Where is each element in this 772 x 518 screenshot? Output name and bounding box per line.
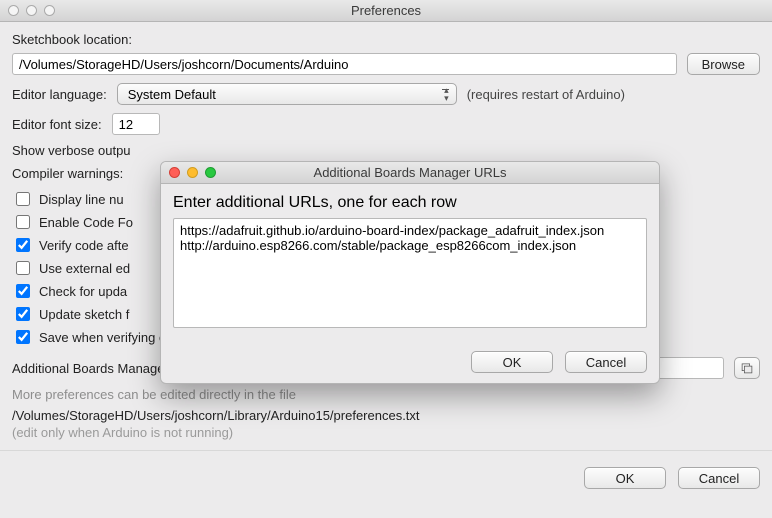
editor-language-select[interactable]: System Default	[117, 83, 457, 105]
additional-urls-dialog: Additional Boards Manager URLs Enter add…	[160, 161, 660, 384]
edit-only-note: (edit only when Arduino is not running)	[12, 425, 760, 440]
checkbox-input[interactable]	[16, 330, 30, 344]
browse-button[interactable]: Browse	[687, 53, 760, 75]
editor-font-label: Editor font size:	[12, 117, 102, 132]
main-footer: OK Cancel	[0, 467, 772, 499]
open-urls-dialog-button[interactable]	[734, 357, 760, 379]
more-prefs-note: More preferences can be edited directly …	[12, 387, 760, 402]
window-title: Preferences	[0, 3, 772, 18]
dialog-cancel-button[interactable]: Cancel	[565, 351, 647, 373]
checkbox-label: Use external ed	[39, 261, 130, 276]
checkbox-label: Display line nu	[39, 192, 124, 207]
editor-language-select-wrap: System Default ▴▾	[117, 83, 457, 105]
checkbox-input[interactable]	[16, 307, 30, 321]
compiler-warnings-label: Compiler warnings:	[12, 166, 123, 181]
checkbox-input[interactable]	[16, 215, 30, 229]
editor-language-label: Editor language:	[12, 87, 107, 102]
checkbox-label: Check for upda	[39, 284, 127, 299]
checkbox-input[interactable]	[16, 261, 30, 275]
sketchbook-path-input[interactable]	[12, 53, 677, 75]
window-icon	[741, 361, 753, 375]
checkbox-label: Verify code afte	[39, 238, 129, 253]
dialog-ok-button[interactable]: OK	[471, 351, 553, 373]
urls-textarea[interactable]	[173, 218, 647, 328]
cancel-button[interactable]: Cancel	[678, 467, 760, 489]
checkbox-input[interactable]	[16, 284, 30, 298]
ok-button[interactable]: OK	[584, 467, 666, 489]
checkbox-input[interactable]	[16, 192, 30, 206]
prefs-file-path: /Volumes/StorageHD/Users/joshcorn/Librar…	[12, 408, 760, 423]
dialog-footer: OK Cancel	[161, 343, 659, 383]
checkbox-label: Update sketch f	[39, 307, 129, 322]
checkbox-input[interactable]	[16, 238, 30, 252]
sketchbook-label: Sketchbook location:	[12, 32, 760, 47]
editor-language-note: (requires restart of Arduino)	[467, 87, 625, 102]
checkbox-label: Enable Code Fo	[39, 215, 133, 230]
verbose-label: Show verbose outpu	[12, 143, 131, 158]
dialog-instruction: Enter additional URLs, one for each row	[173, 194, 647, 212]
divider	[0, 450, 772, 451]
dialog-title: Additional Boards Manager URLs	[161, 165, 659, 180]
window-titlebar: Preferences	[0, 0, 772, 22]
editor-font-size-input[interactable]	[112, 113, 160, 135]
dialog-body: Enter additional URLs, one for each row	[161, 184, 659, 343]
dialog-titlebar: Additional Boards Manager URLs	[161, 162, 659, 184]
